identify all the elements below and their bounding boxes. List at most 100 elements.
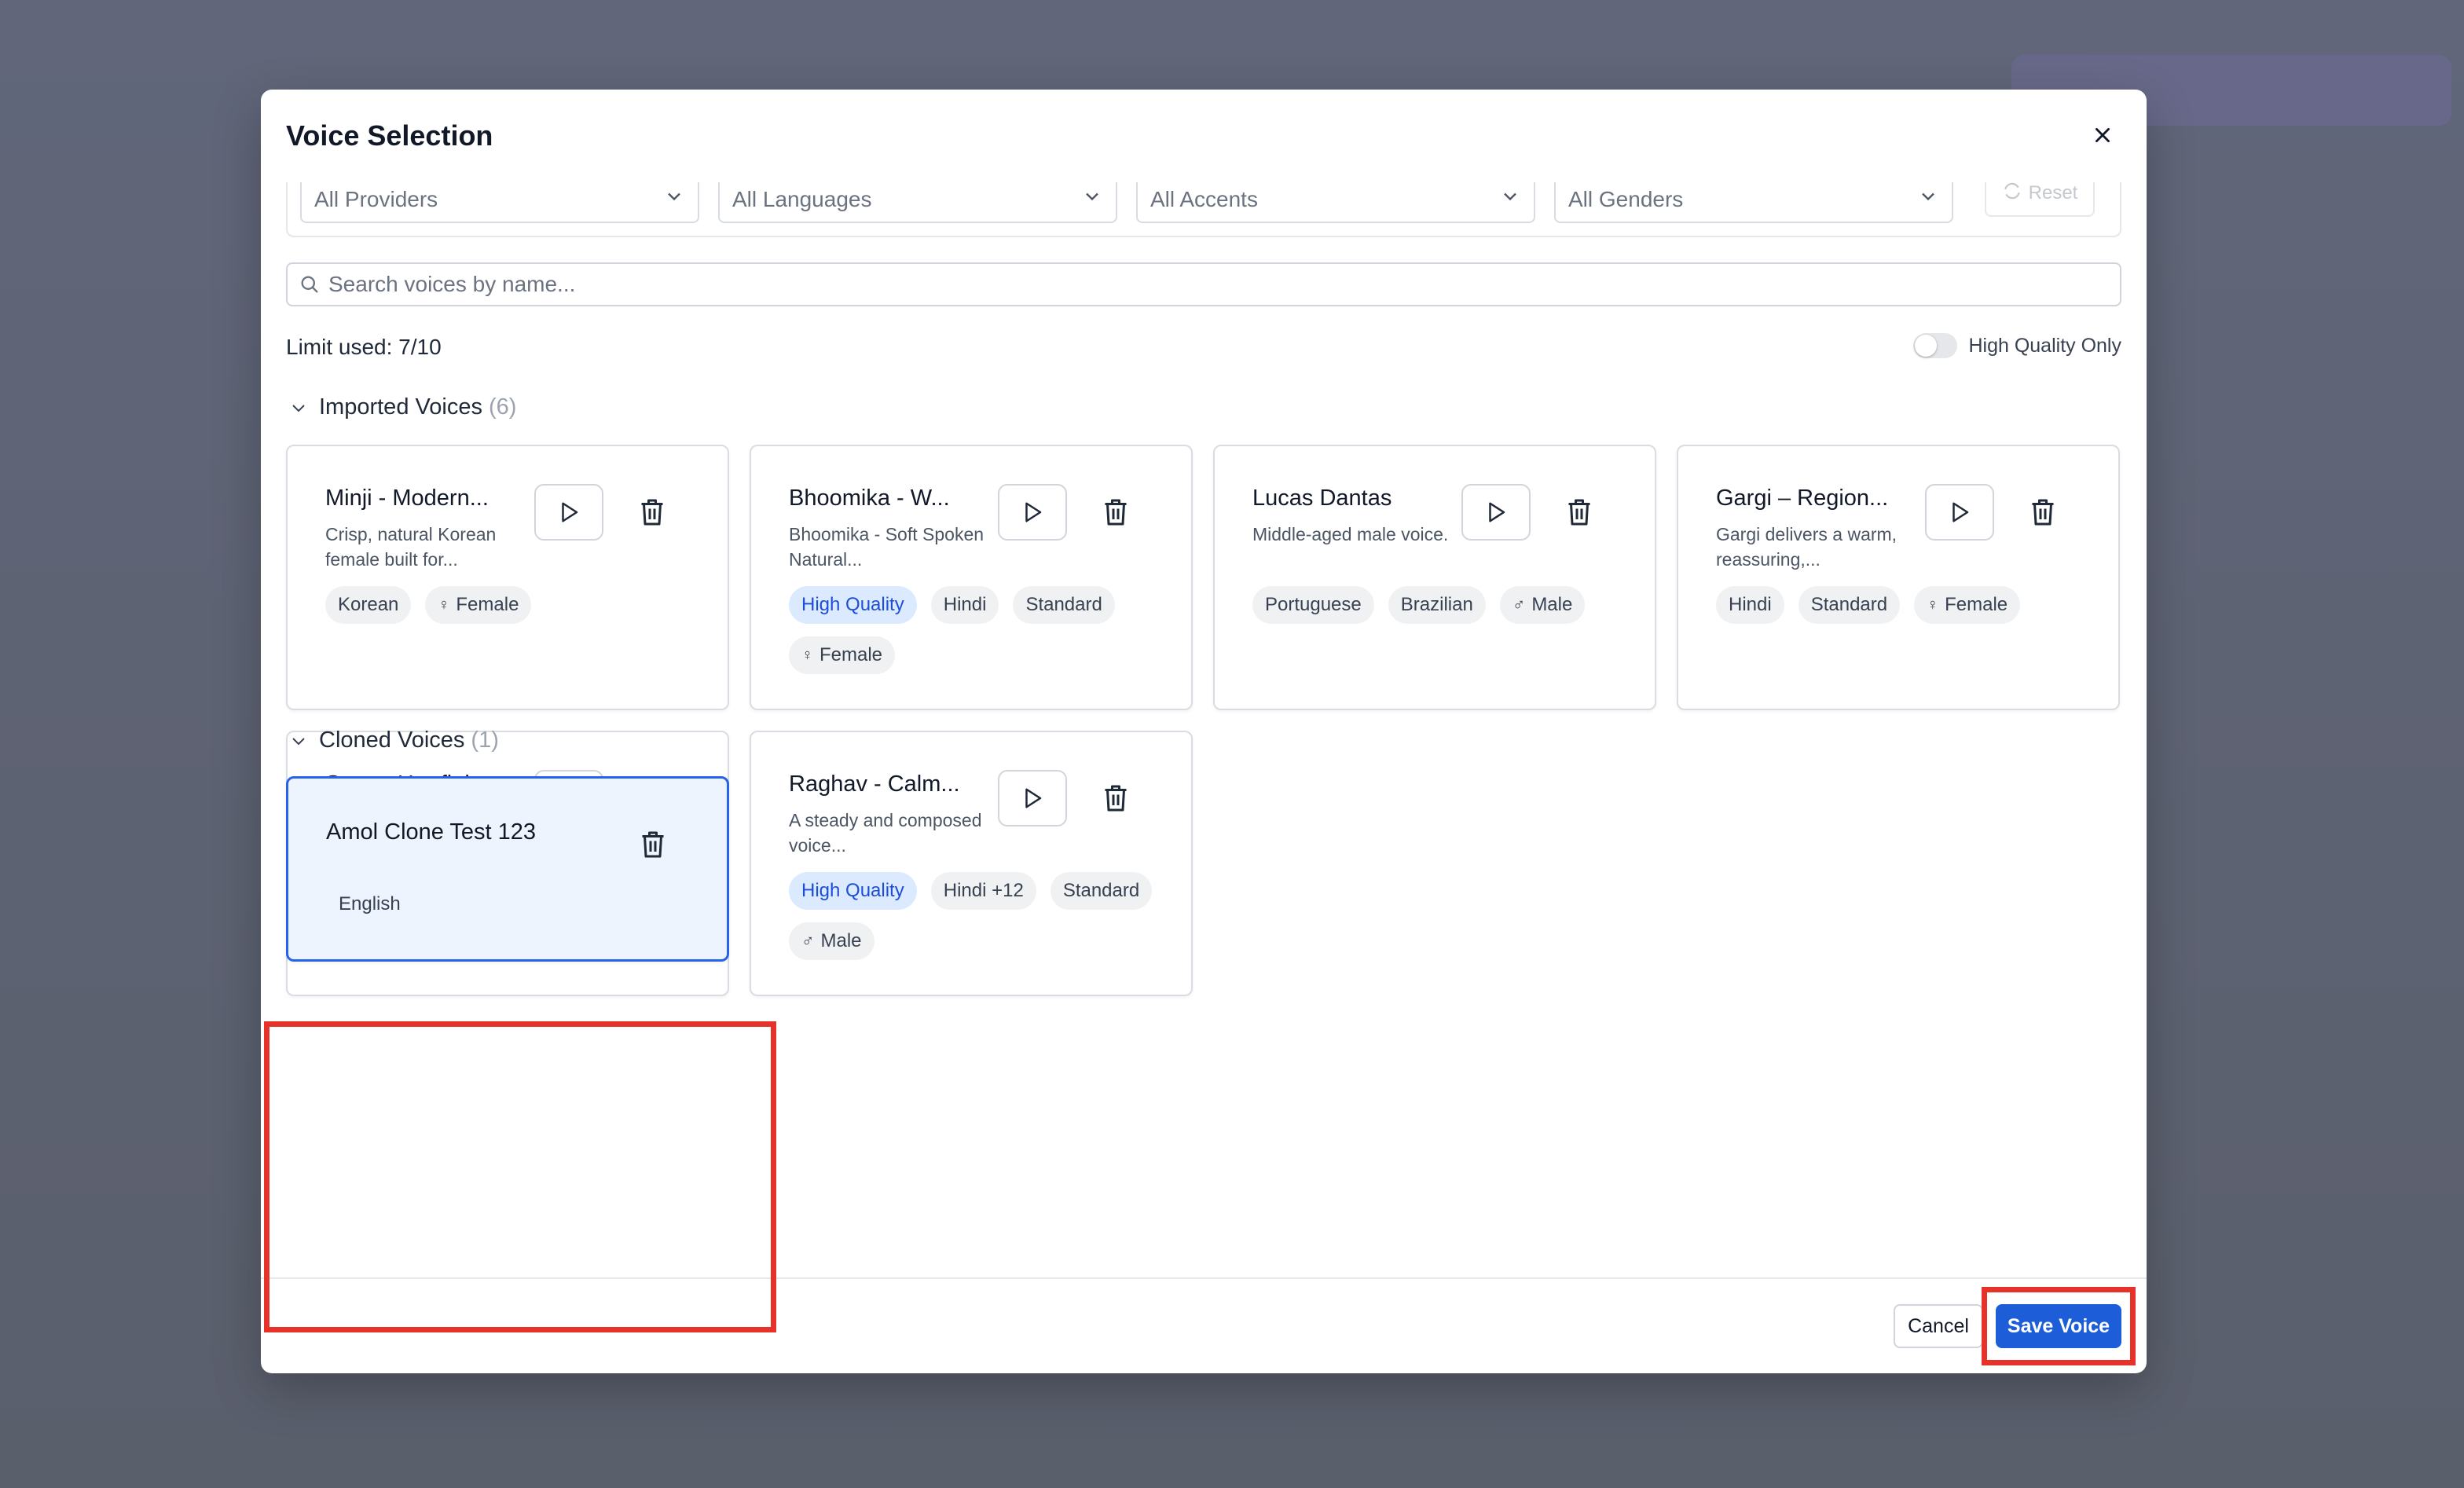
accent-select[interactable]: All Accents [1136,182,1535,223]
voice-description: A steady and composed voice... [789,810,982,856]
chevron-down-icon [1086,192,1098,201]
tag-label: Female [820,644,883,665]
female-icon: ♀ [1927,596,1939,614]
tag-label: Standard [1810,594,1888,615]
delete-voice-button[interactable] [635,495,669,530]
gender-select[interactable]: All Genders [1554,182,1953,223]
voice-tags: High Quality Hindi +12 Standard ♂ Male [789,872,1182,960]
gender-tag: ♀ Female [1914,586,2021,624]
voice-tag: Korean [325,586,412,624]
voice-name: Lucas Dantas [1252,486,1392,511]
gender-tag: ♂ Male [1499,586,1586,624]
high-quality-tag: High Quality [789,872,917,910]
chevron-down-icon [292,404,305,412]
high-quality-toggle-group: High Quality Only [1913,333,2121,358]
high-quality-tag: High Quality [789,586,917,624]
tag-label: Brazilian [1400,594,1473,615]
male-icon: ♂ [1512,595,1526,614]
tag-label: Female [456,594,519,615]
high-quality-label: High Quality Only [1968,334,2121,357]
toggle-knob [1915,335,1938,357]
voice-description: Bhoomika - Soft Spoken Natural... [789,524,984,570]
chevron-down-icon [292,737,305,745]
voice-tags: English [326,885,719,923]
voice-card[interactable]: Bhoomika - W... Bhoomika - Soft Spoken Na… [750,445,1193,710]
voice-tag: Portuguese [1252,586,1374,624]
cancel-button[interactable]: Cancel [1894,1304,1983,1348]
footer-divider [261,1277,2147,1279]
voice-card[interactable]: Minji - Modern... Crisp, natural Korean f… [286,445,729,710]
tag-label: Hindi [943,594,987,615]
voice-description: Middle-aged male voice. [1252,524,1449,544]
tag-label: Standard [1062,880,1140,901]
reset-label: Reset [2028,182,2078,203]
voice-description: Crisp, natural Korean female built for..… [325,524,497,570]
gender-tag: ♀ Female [425,586,532,624]
gender-tag: ♂ Male [789,922,874,960]
trash-icon [641,499,663,526]
search-input[interactable] [328,272,2057,297]
delete-voice-button[interactable] [636,827,670,862]
voice-tags: Portuguese Brazilian ♂ Male [1252,586,1645,624]
save-voice-button[interactable]: Save Voice [1996,1304,2121,1348]
provider-select[interactable]: All Providers [300,182,699,223]
close-icon [2096,128,2110,142]
cloned-voices-header[interactable]: Cloned Voices (1) [289,728,499,753]
play-icon [1025,788,1042,808]
limit-used-text: Limit used: 7/10 [286,335,442,359]
female-icon: ♀ [801,646,813,664]
tag-label: Female [1945,594,2008,615]
delete-voice-button[interactable] [1562,495,1597,530]
cloned-voices-title: Cloned Voices [319,728,465,753]
voice-selection-modal: Voice Selection All Providers All Langua… [261,90,2147,1373]
play-preview-button[interactable] [1461,484,1531,541]
filter-bar: All Providers All Languages All Accents … [286,182,2121,237]
imported-voices-count: (6) [488,394,517,420]
tag-label: Standard [1025,594,1102,615]
cloned-voices-count: (1) [471,728,499,753]
cloned-voice-card[interactable]: Amol Clone Test 123 English [286,776,729,962]
female-icon: ♀ [438,596,450,614]
voice-tags: High Quality Hindi Standard ♀ Female [789,586,1182,674]
play-preview-button[interactable] [534,484,603,541]
male-icon: ♂ [801,931,815,951]
voice-tag: Brazilian [1388,586,1486,624]
tag-label: Male [1531,594,1573,615]
search-field[interactable] [286,262,2121,306]
high-quality-toggle[interactable] [1913,333,1958,358]
trash-icon [1105,499,1127,526]
voice-card[interactable]: Gargi – Region... Gargi delivers a warm, … [1677,445,2120,710]
imported-voices-header[interactable]: Imported Voices (6) [289,394,516,420]
voice-card[interactable]: Raghav - Calm... A steady and composed vo… [750,731,1193,996]
gender-tag: ♀ Female [789,636,896,674]
voice-name: Minji - Modern... [325,486,489,511]
delete-voice-button[interactable] [1098,495,1133,530]
voice-tag: Hindi [1716,586,1784,624]
chevron-down-icon [668,192,680,201]
voice-description: Gargi delivers a warm, reassuring,... [1716,524,1898,570]
delete-voice-button[interactable] [1098,781,1133,815]
chevron-down-icon [1504,192,1516,201]
voice-name: Bhoomika - W... [789,486,950,511]
search-icon [301,276,318,293]
language-select[interactable]: All Languages [718,182,1117,223]
voice-tag: Hindi +12 [930,872,1036,910]
play-preview-button[interactable] [998,770,1067,826]
play-preview-button[interactable] [1925,484,1994,541]
tag-label: Male [820,930,862,951]
play-icon [1025,502,1042,522]
close-button[interactable] [2085,118,2120,152]
play-icon [1489,502,1505,522]
trash-icon [1105,785,1127,812]
provider-select-value: All Providers [314,187,438,211]
voice-tags: Hindi Standard ♀ Female [1716,586,2109,624]
trash-icon [2032,499,2054,526]
trash-icon [1568,499,1590,526]
trash-icon [642,831,664,858]
play-preview-button[interactable] [998,484,1067,541]
voice-card[interactable]: Lucas Dantas Middle-aged male voice. Portu… [1213,445,1656,710]
delete-voice-button[interactable] [2026,495,2060,530]
voice-tag: Standard [1798,586,1901,624]
tag-label: High Quality [801,594,904,615]
reset-filters-button[interactable]: Reset [1985,182,2095,217]
